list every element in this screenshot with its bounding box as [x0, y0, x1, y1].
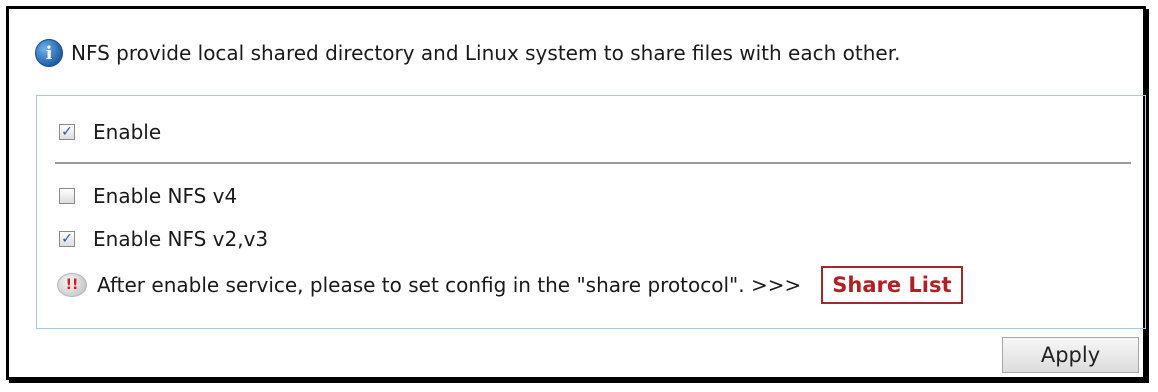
enable-option[interactable]: ✓ Enable: [59, 120, 161, 144]
info-text: NFS provide local shared directory and L…: [71, 41, 901, 65]
enable-nfs-v4-label: Enable NFS v4: [93, 184, 238, 208]
enable-nfs-v4-checkbox[interactable]: [59, 188, 75, 204]
enable-checkbox[interactable]: ✓: [59, 124, 75, 140]
info-icon: i: [35, 39, 63, 67]
divider: [55, 162, 1131, 164]
warning-row: !! After enable service, please to set c…: [57, 266, 963, 304]
enable-nfs-v2v3-label: Enable NFS v2,v3: [93, 227, 269, 251]
warning-text: After enable service, please to set conf…: [97, 273, 802, 297]
settings-panel: ✓ Enable Enable NFS v4 ✓ Enable NFS v2,v…: [36, 95, 1146, 329]
share-list-button[interactable]: Share List: [821, 266, 963, 304]
enable-nfs-v4-option[interactable]: Enable NFS v4: [59, 184, 237, 208]
info-banner: i NFS provide local shared directory and…: [35, 39, 900, 67]
warning-icon: !!: [57, 273, 87, 297]
nfs-settings-window: i NFS provide local shared directory and…: [6, 6, 1146, 380]
enable-nfs-v2v3-checkbox[interactable]: ✓: [59, 231, 75, 247]
enable-nfs-v2v3-option[interactable]: ✓ Enable NFS v2,v3: [59, 227, 268, 251]
apply-button[interactable]: Apply: [1002, 337, 1139, 373]
enable-label: Enable: [93, 120, 162, 144]
